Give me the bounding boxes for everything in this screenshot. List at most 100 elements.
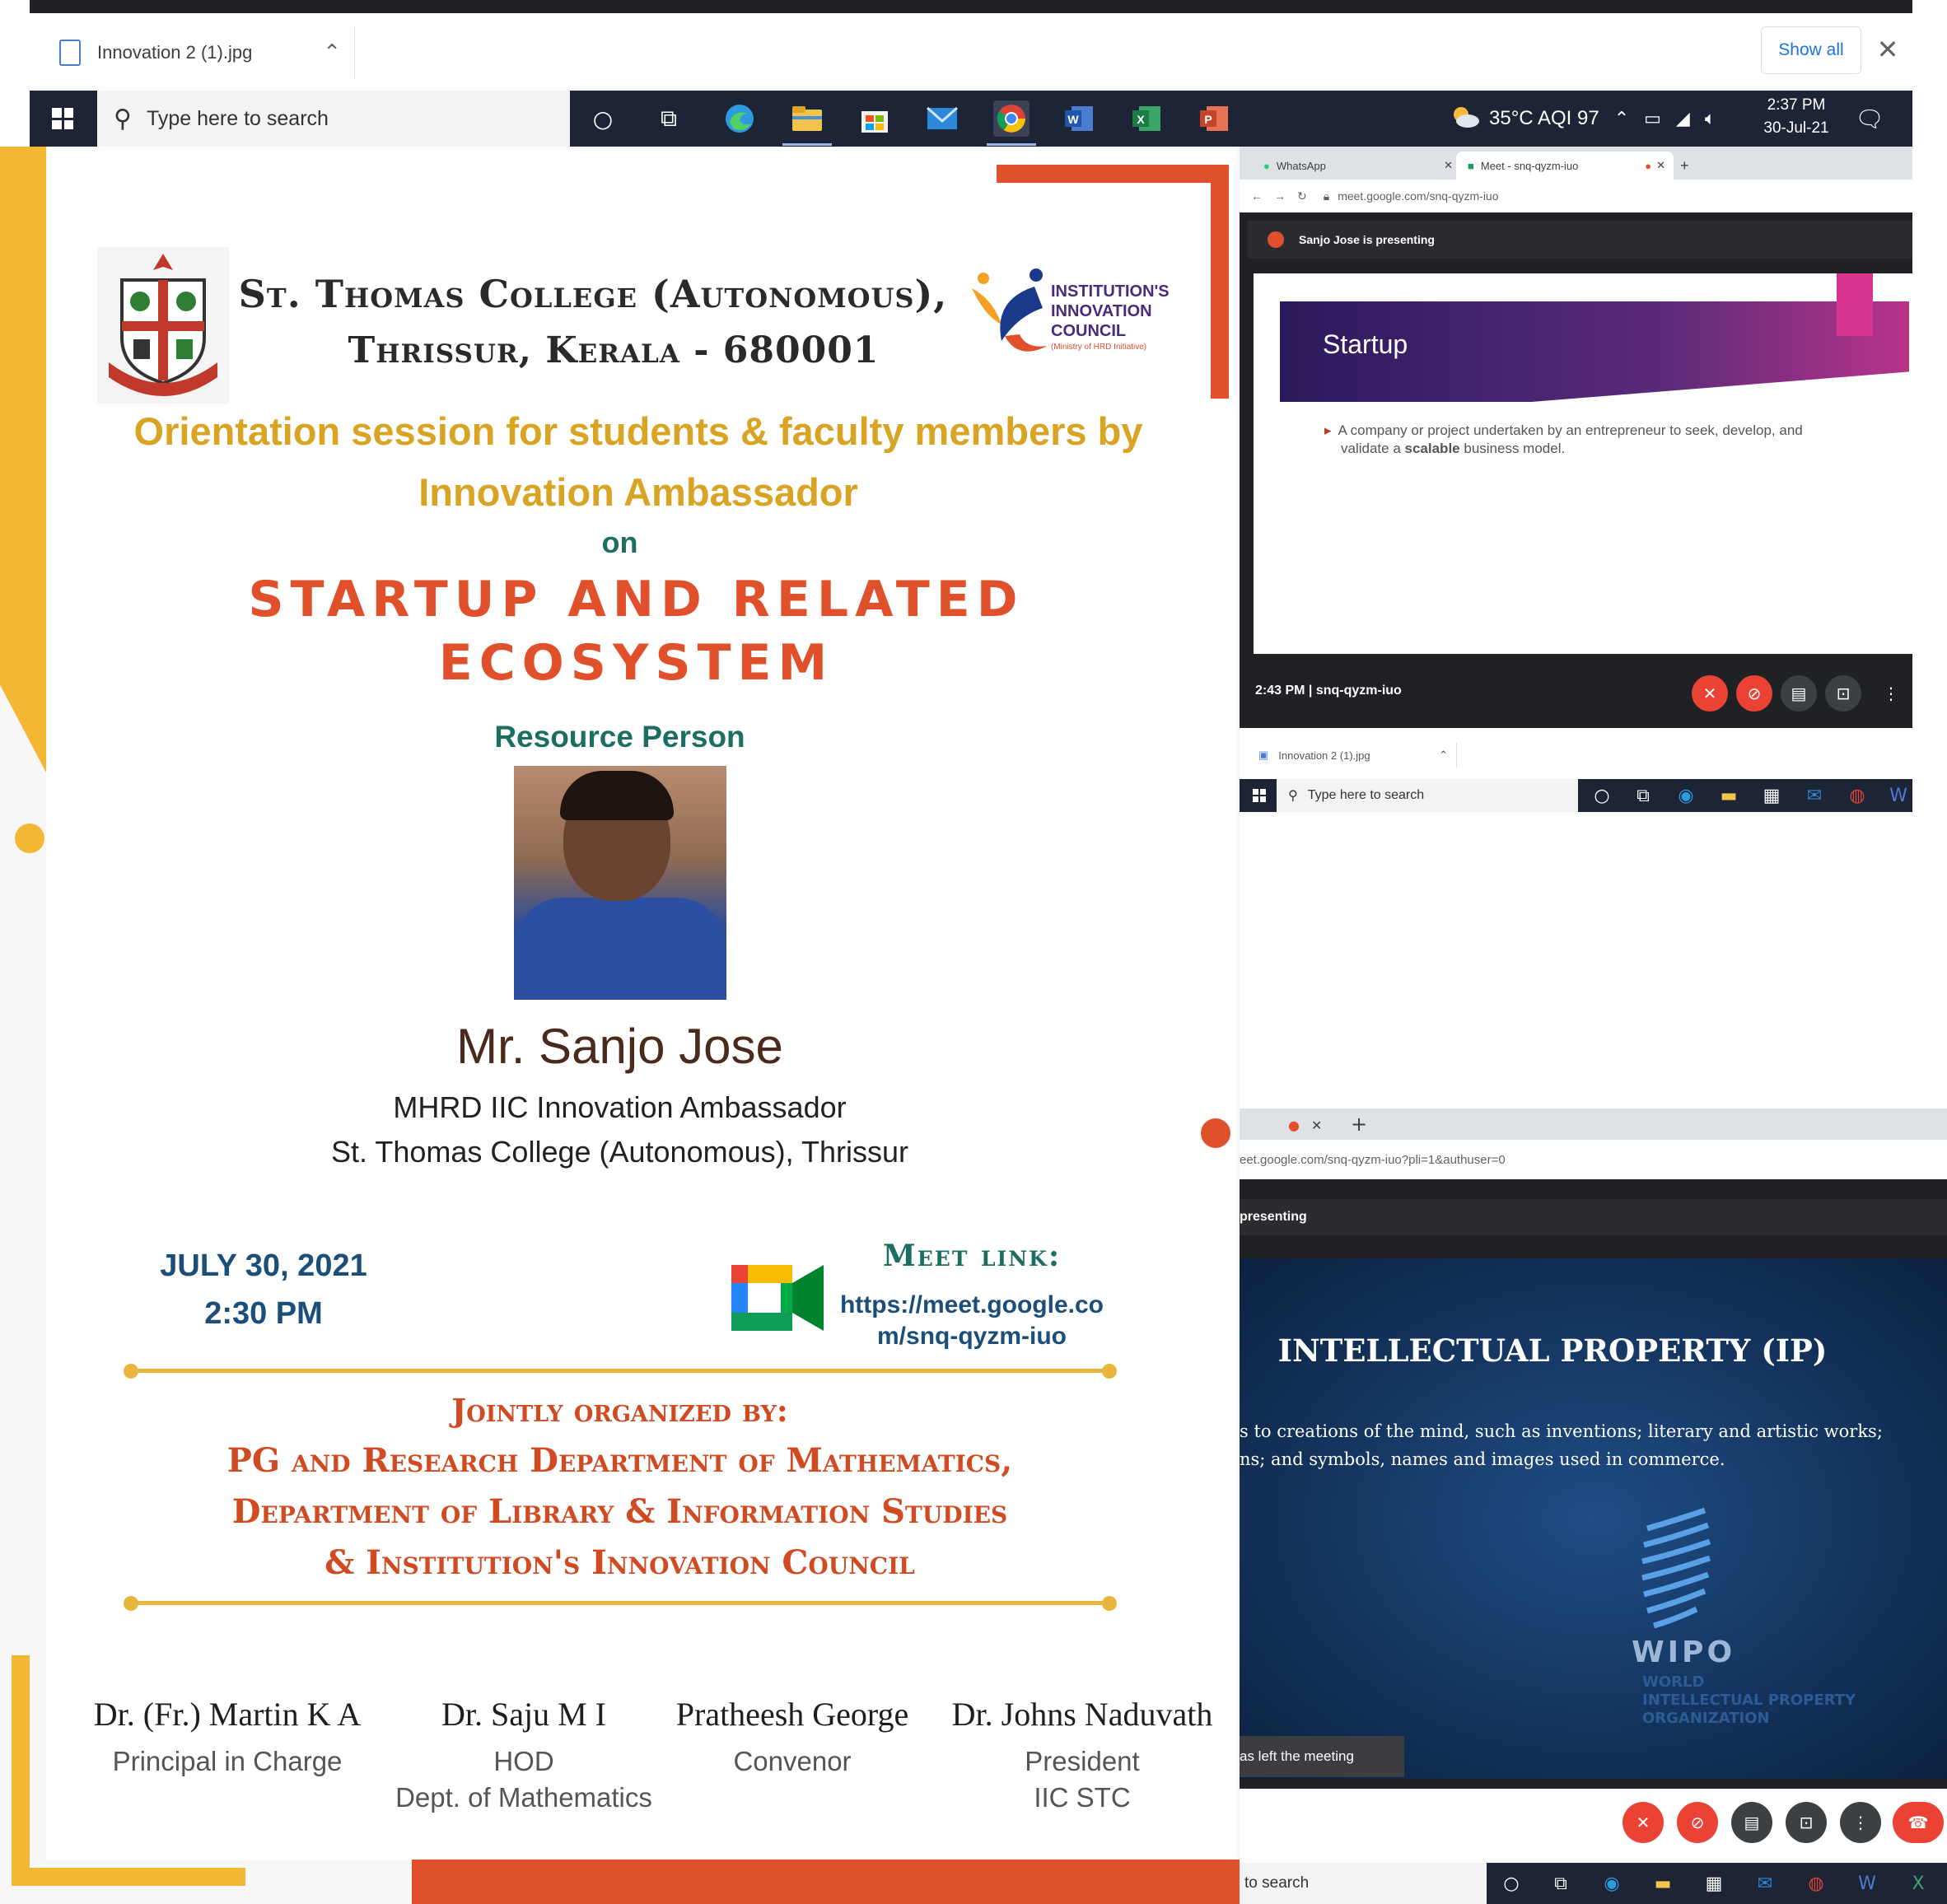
signatory-convenor: Pratheesh George Convenor	[644, 1695, 941, 1780]
on-label: on	[601, 525, 638, 559]
signatory-role: Principal in Charge	[112, 1746, 343, 1776]
forward-icon[interactable]: →	[1274, 189, 1286, 203]
show-all-button[interactable]: Show all	[1761, 26, 1861, 74]
chevron-up-icon[interactable]: ⌃	[323, 40, 341, 65]
mail-icon[interactable]: ✉	[1802, 783, 1827, 808]
signatory-name: Dr. Johns Naduvath	[951, 1696, 1213, 1733]
address-bar[interactable]: ← → ↻ 🔒︎ meet.google.com/snq-qyzm-iuo	[1240, 180, 1912, 212]
more-options-icon[interactable]: ⋮	[1840, 1802, 1881, 1843]
back-icon[interactable]: ←	[1251, 189, 1263, 203]
decor-orange-corner	[1211, 165, 1229, 399]
toast-text: as left the meeting	[1240, 1748, 1354, 1764]
weather-icon[interactable]	[1450, 105, 1481, 133]
edge-icon[interactable]: ◉	[1599, 1871, 1624, 1896]
new-tab-icon[interactable]: +	[1351, 1112, 1375, 1136]
file-explorer-icon[interactable]: ▬	[1651, 1871, 1675, 1896]
iic-logo-subtitle: (Ministry of HRD Initiative)	[1051, 343, 1147, 352]
reload-icon[interactable]: ↻	[1297, 189, 1307, 203]
store-icon[interactable]	[857, 100, 893, 137]
signatory-name: Dr. (Fr.) Martin K A	[93, 1696, 362, 1733]
task-view-icon[interactable]: ⧉	[1631, 783, 1655, 808]
organizer-dept-library: Department of Library & Information Stud…	[231, 1492, 1008, 1531]
notification-icon[interactable]: 🗨︎	[1853, 102, 1886, 135]
speaker-organization: St. Thomas College (Autonomous), Thrissu…	[331, 1135, 908, 1169]
task-view-icon[interactable]: ⧉	[1548, 1871, 1573, 1896]
word-icon[interactable]: W	[1061, 100, 1097, 137]
recording-dot-icon: ●	[1645, 159, 1652, 172]
wipo-sub-line1: WORLD	[1642, 1673, 1705, 1691]
windows-logo-icon	[1253, 789, 1266, 802]
slide-body-line1: s to creations of the mind, such as inve…	[1240, 1421, 1883, 1441]
cortana-icon[interactable]: ○	[585, 100, 621, 137]
battery-icon[interactable]: ▭	[1644, 108, 1661, 129]
taskbar-search-box[interactable]: ⚲ Type here to search	[97, 91, 570, 147]
speaker-name: Mr. Sanjo Jose	[456, 1019, 783, 1074]
mic-off-icon[interactable]: ✕	[1622, 1802, 1664, 1843]
weather-text[interactable]: 35°C AQI 97	[1489, 107, 1599, 130]
close-tab-icon[interactable]: ✕	[1444, 159, 1453, 172]
chevron-up-icon[interactable]: ⌃	[1439, 749, 1448, 762]
close-tab-icon[interactable]: ✕	[1311, 1113, 1336, 1136]
powerpoint-icon[interactable]: P	[1196, 100, 1232, 137]
slide-title: Startup	[1323, 329, 1408, 359]
recording-dot-icon: ●	[1288, 1117, 1300, 1133]
signatory-role-2: Dept. of Mathematics	[395, 1782, 652, 1813]
mail-icon[interactable]: ✉	[1753, 1871, 1777, 1896]
wipo-sub-line2: INTELLECTUAL PROPERTY	[1642, 1692, 1856, 1709]
search-icon: ⚲	[114, 104, 132, 133]
bullet-text-1: A company or project undertaken by an en…	[1338, 422, 1803, 438]
download-item[interactable]: Innovation 2 (1).jpg ⌃	[49, 26, 355, 79]
camera-off-icon[interactable]: ⊘	[1736, 675, 1772, 712]
signatory-role: President	[1025, 1746, 1140, 1776]
excel-icon[interactable]: X	[1906, 1871, 1931, 1896]
download-item[interactable]: ▣ Innovation 2 (1).jpg ⌃	[1258, 743, 1457, 768]
tab-whatsapp[interactable]: ● WhatsApp ✕	[1252, 152, 1461, 180]
task-view-icon[interactable]: ⧉	[651, 100, 687, 137]
tab-meet[interactable]: ■ Meet - snq-qyzm-iuo ● ✕	[1456, 152, 1674, 180]
cortana-icon[interactable]: ○	[1590, 783, 1614, 808]
close-tab-icon[interactable]: ✕	[1656, 159, 1665, 172]
divider-line	[130, 1601, 1110, 1605]
network-icon[interactable]: ◢	[1676, 108, 1690, 129]
signatory-role: HOD	[493, 1746, 554, 1776]
download-file-name: Innovation 2 (1).jpg	[1278, 749, 1370, 762]
svg-text:P: P	[1204, 113, 1212, 126]
present-icon[interactable]: ⊡	[1786, 1802, 1827, 1843]
wipo-subtitle: WORLD INTELLECTUAL PROPERTY ORGANIZATION	[1642, 1673, 1873, 1728]
bullet-text-2: validate a	[1341, 441, 1401, 456]
file-explorer-icon[interactable]: ▬	[1716, 783, 1741, 808]
new-tab-icon[interactable]: +	[1669, 152, 1705, 180]
captions-icon[interactable]: ▤	[1781, 675, 1817, 712]
start-button[interactable]	[30, 91, 96, 147]
volume-icon[interactable]: 🔈︎	[1705, 108, 1716, 129]
chevron-up-icon[interactable]: ⌃	[1614, 108, 1629, 129]
word-icon[interactable]: W	[1855, 1871, 1879, 1896]
taskbar-search-box[interactable]: ⚲ Type here to search	[1277, 779, 1578, 812]
taskbar-search-placeholder: to search	[1244, 1874, 1310, 1892]
start-button[interactable]	[1249, 786, 1270, 805]
store-icon[interactable]: ▦	[1759, 783, 1784, 808]
edge-icon[interactable]	[721, 100, 758, 137]
end-call-icon[interactable]: ☎	[1893, 1802, 1944, 1843]
cortana-icon[interactable]: ○	[1499, 1871, 1524, 1896]
file-explorer-icon[interactable]	[789, 100, 825, 137]
excel-icon[interactable]: X	[1128, 100, 1165, 137]
chrome-icon[interactable]: ◍	[1845, 783, 1870, 808]
mic-off-icon[interactable]: ✕	[1692, 675, 1728, 712]
taskbar-search-box[interactable]: to search	[1240, 1863, 1487, 1904]
close-icon[interactable]: ✕	[1871, 30, 1904, 69]
address-bar[interactable]: eet.google.com/snq-qyzm-iuo?pli=1&authus…	[1240, 1143, 1947, 1176]
present-icon[interactable]: ⊡	[1825, 675, 1861, 712]
chrome-icon[interactable]	[993, 100, 1030, 137]
more-options-icon[interactable]: ⋮	[1873, 675, 1909, 712]
tab-label: Meet - snq-qyzm-iuo	[1480, 159, 1579, 172]
captions-icon[interactable]: ▤	[1731, 1802, 1772, 1843]
store-icon[interactable]: ▦	[1702, 1871, 1726, 1896]
taskbar-clock[interactable]: 2:37 PM 30-Jul-21	[1759, 94, 1833, 143]
camera-off-icon[interactable]: ⊘	[1677, 1802, 1718, 1843]
mail-icon[interactable]	[924, 100, 960, 137]
wipo-name: WIPO	[1631, 1636, 1736, 1669]
chrome-icon[interactable]: ◍	[1804, 1871, 1828, 1896]
word-icon[interactable]: W	[1886, 783, 1911, 808]
edge-icon[interactable]: ◉	[1674, 783, 1698, 808]
